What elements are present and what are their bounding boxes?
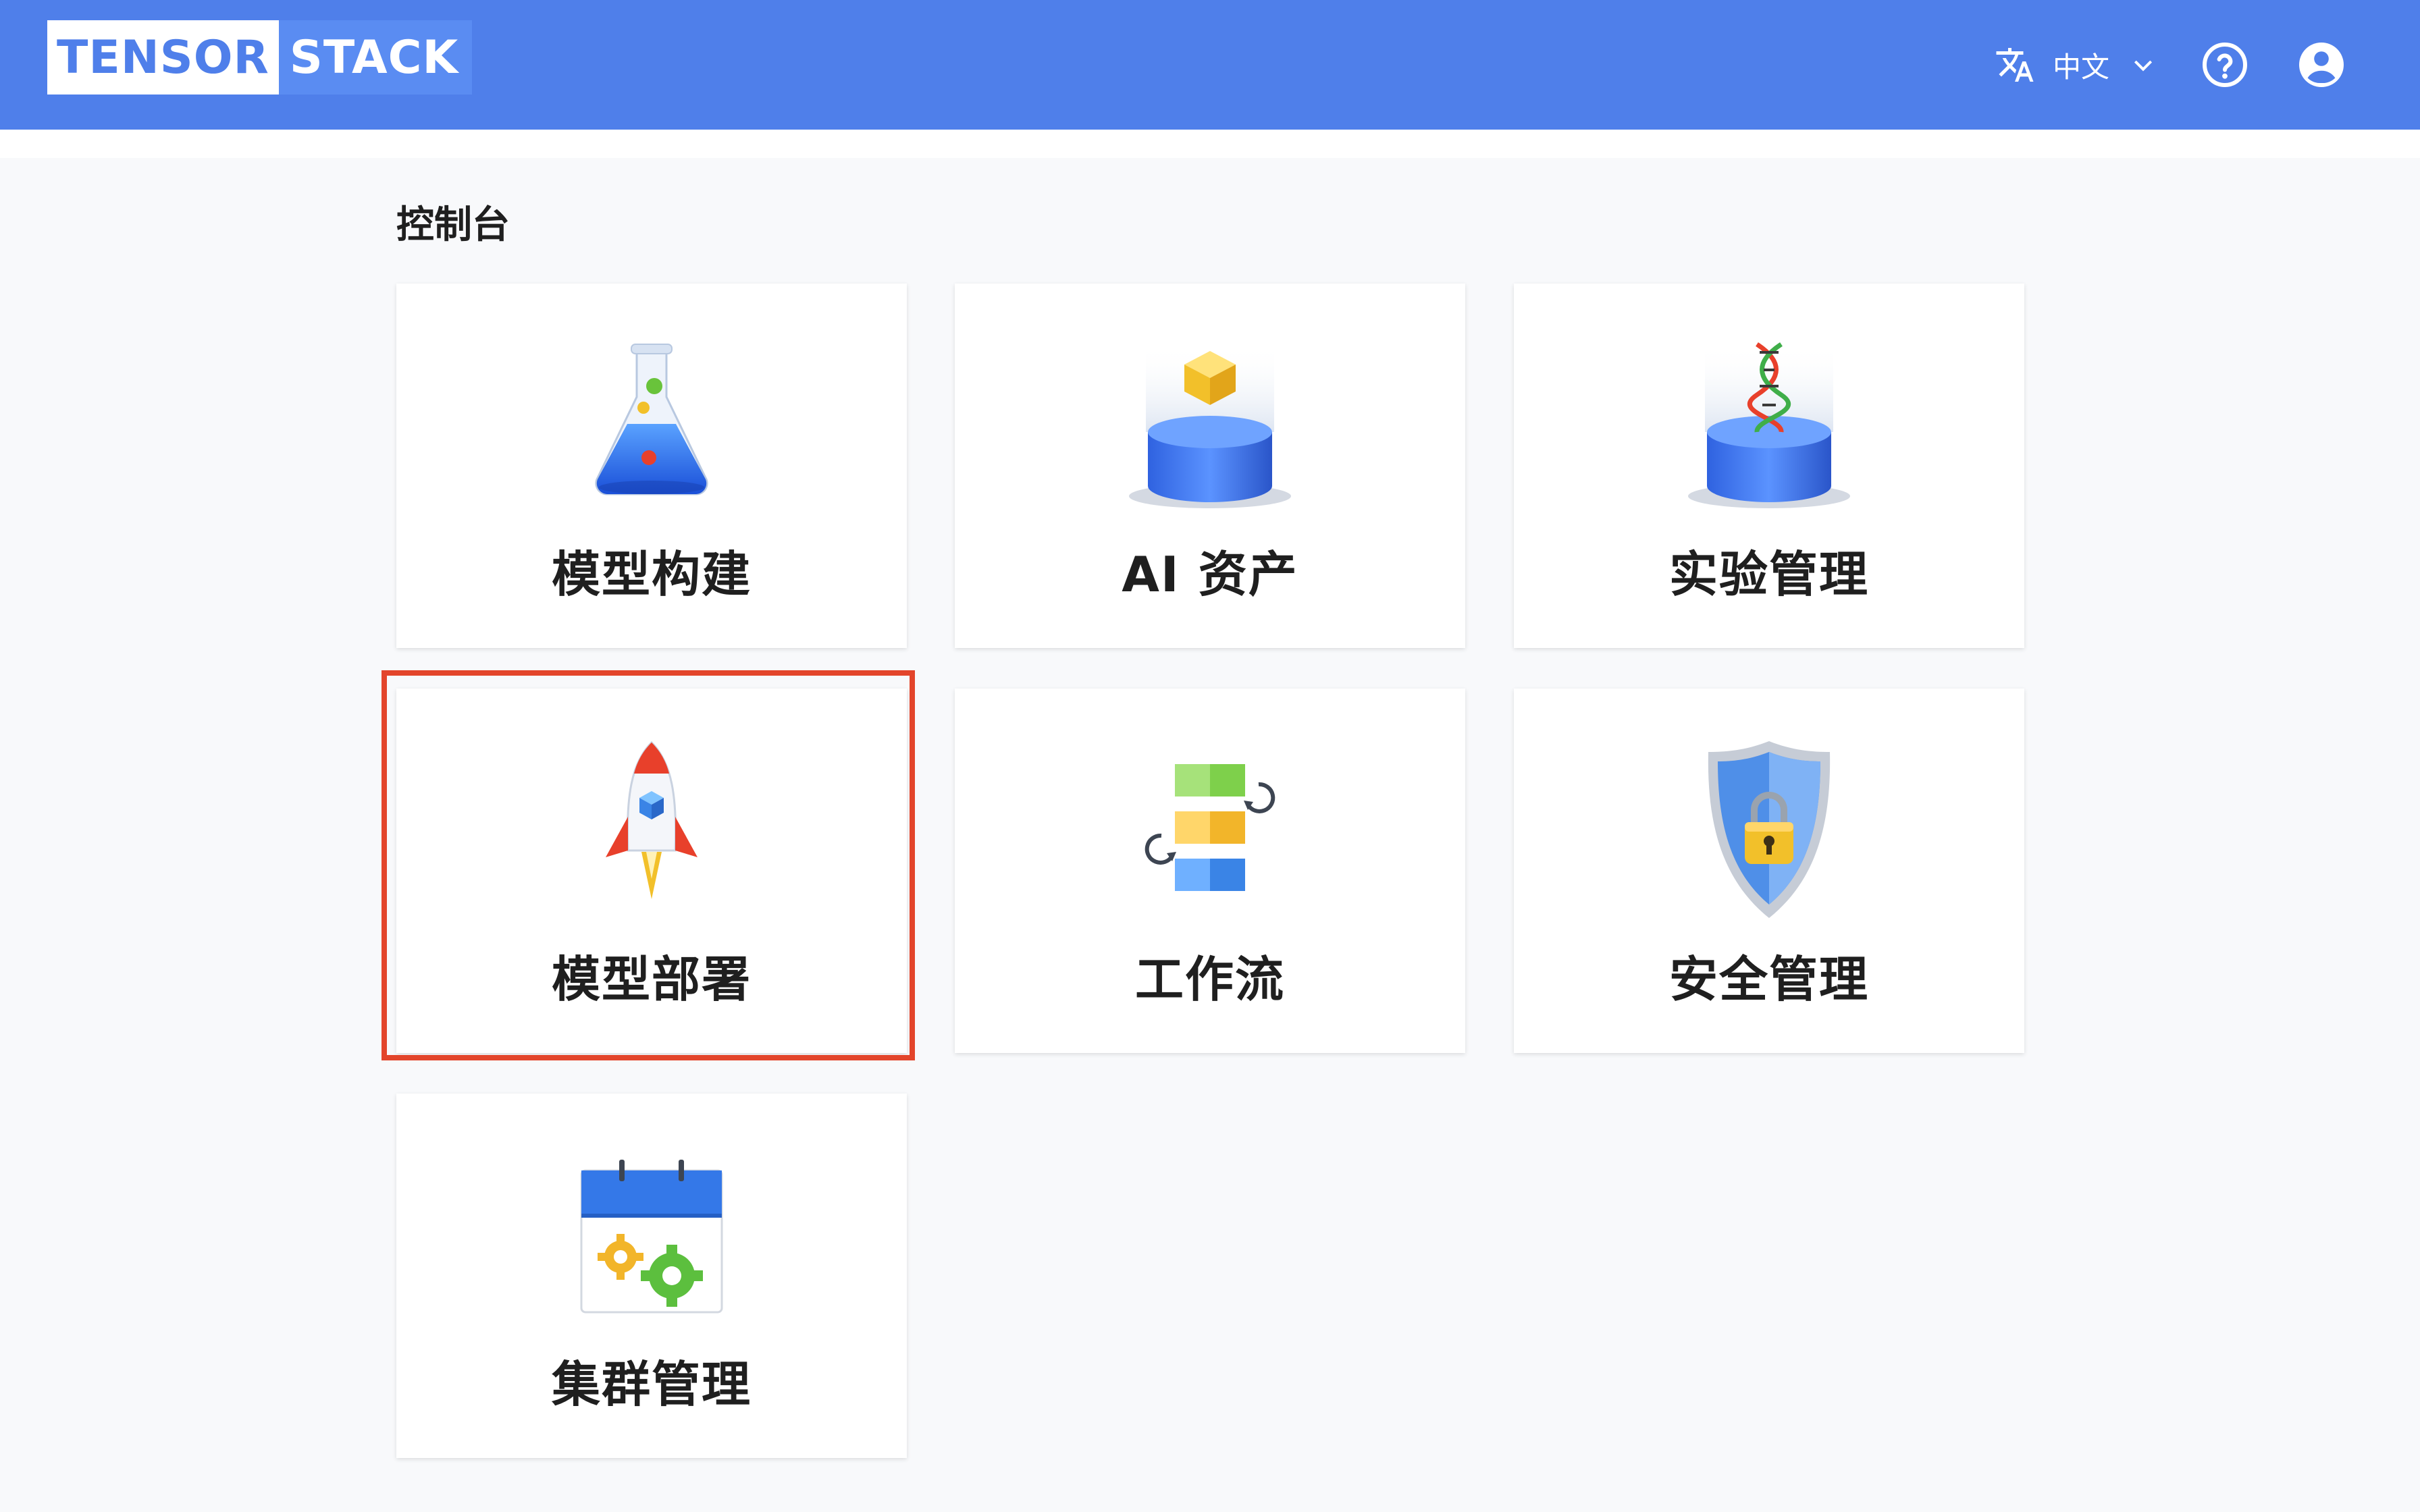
card-experiment-management[interactable]: 实验管理 — [1514, 284, 2024, 648]
card-model-deployment[interactable]: 模型部署 — [396, 688, 907, 1053]
page-title: 控制台 — [396, 203, 510, 247]
calendar-gears-icon — [580, 1160, 723, 1314]
top-header: TENSOR STACK 中文 — [0, 0, 2420, 130]
card-label: AI 资产 — [1122, 546, 1298, 603]
card-model-build[interactable]: 模型构建 — [396, 284, 907, 648]
rocket-icon — [606, 740, 698, 899]
tensorstack-logo[interactable]: TENSOR STACK — [47, 20, 473, 94]
header-divider — [0, 130, 2420, 158]
help-icon[interactable] — [2201, 40, 2249, 89]
dna-on-cylinder-icon — [1688, 342, 1850, 508]
card-label: 实验管理 — [1668, 546, 1869, 603]
chevron-down-icon — [2134, 60, 2153, 72]
card-cluster-management[interactable]: 集群管理 — [396, 1094, 907, 1458]
account-icon[interactable] — [2297, 40, 2346, 89]
card-security-management[interactable]: 安全管理 — [1514, 688, 2024, 1053]
language-selector[interactable]: 中文 — [1995, 40, 2157, 89]
card-workflow[interactable]: 工作流 — [955, 688, 1465, 1053]
flask-icon — [595, 344, 708, 495]
language-label: 中文 — [2053, 50, 2110, 84]
card-label: 模型构建 — [551, 546, 752, 603]
card-label: 集群管理 — [551, 1356, 752, 1413]
shield-lock-icon — [1708, 741, 1831, 918]
translate-icon — [1996, 48, 2034, 82]
cube-on-cylinder-icon — [1129, 344, 1291, 508]
card-label: 模型部署 — [551, 951, 752, 1008]
card-ai-assets[interactable]: AI 资产 — [955, 284, 1465, 648]
card-label: 安全管理 — [1668, 951, 1869, 1008]
card-label: 工作流 — [1134, 951, 1285, 1008]
workflow-blocks-icon — [1145, 764, 1275, 891]
logo-tensor: TENSOR — [47, 20, 279, 94]
logo-stack: STACK — [278, 20, 473, 94]
